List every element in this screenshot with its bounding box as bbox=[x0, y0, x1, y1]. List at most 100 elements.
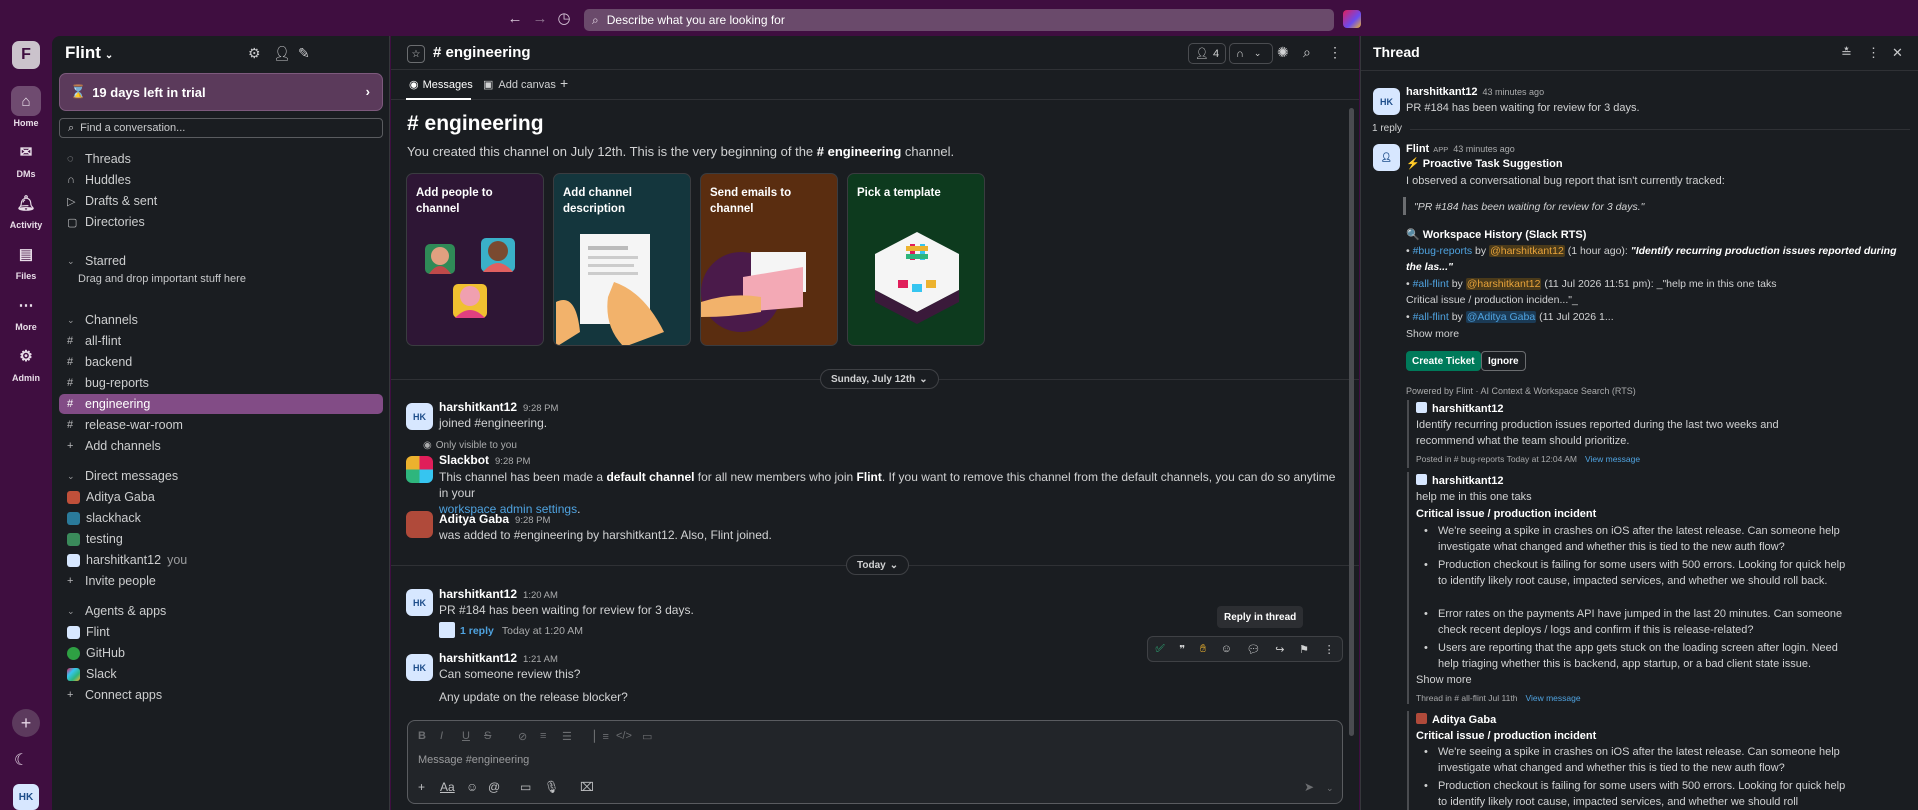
dm-harshitkant12[interactable]: harshitkant12 you bbox=[59, 550, 383, 570]
view-message-link[interactable]: View message bbox=[1585, 454, 1640, 464]
add-reaction-icon[interactable]: ☺ bbox=[1221, 643, 1232, 655]
channel-all-flint[interactable]: # all-flint bbox=[59, 331, 383, 351]
card-add-description[interactable]: Add channel description bbox=[553, 173, 691, 346]
rail-activity[interactable]: 🔔︎ Activity bbox=[0, 188, 52, 230]
compose-icon[interactable]: ✎ bbox=[298, 45, 310, 62]
quote-emoji-icon[interactable]: ❞ bbox=[1179, 643, 1185, 656]
app-slack[interactable]: Slack bbox=[59, 664, 383, 684]
avatar[interactable]: HK bbox=[406, 403, 433, 430]
nav-threads[interactable]: ◌ Threads bbox=[59, 149, 383, 169]
invite-people[interactable]: + Invite people bbox=[59, 571, 383, 591]
raised-hands-icon[interactable]: ✋︎ bbox=[1200, 643, 1206, 656]
microphone-icon[interactable]: 🎙︎ bbox=[544, 780, 559, 794]
section-channels[interactable]: ⌄ Channels bbox=[59, 310, 383, 330]
channel-bug-reports[interactable]: # bug-reports bbox=[59, 373, 383, 393]
filter-icon[interactable]: ≛ bbox=[1841, 45, 1852, 61]
tab-messages[interactable]: ◉ Messages bbox=[409, 78, 473, 92]
user-mention[interactable]: @harshitkant12 bbox=[1489, 245, 1565, 257]
history-icon[interactable]: ◷ bbox=[554, 8, 574, 28]
blockquote-icon[interactable]: ▏≡ bbox=[594, 730, 609, 743]
add-channels[interactable]: + Add channels bbox=[59, 436, 383, 456]
link-icon[interactable]: ⊘ bbox=[518, 730, 527, 743]
dm-aditya-gaba[interactable]: Aditya Gaba bbox=[59, 487, 383, 507]
date-pill[interactable]: Today ⌄ bbox=[846, 555, 910, 575]
channel-release-war-room[interactable]: # release-war-room bbox=[59, 415, 383, 435]
user-mention[interactable]: @harshitkant12 bbox=[1465, 278, 1542, 290]
members-button[interactable]: 👤︎ 4 bbox=[1188, 43, 1227, 64]
back-arrow-icon[interactable]: ← bbox=[505, 8, 525, 28]
italic-icon[interactable]: I bbox=[440, 730, 443, 742]
bookmark-icon[interactable]: ⚑ bbox=[1299, 643, 1309, 656]
share-icon[interactable]: ↪ bbox=[1275, 643, 1284, 656]
dm-testing[interactable]: testing bbox=[59, 529, 383, 549]
dm-slackhack[interactable]: slackhack bbox=[59, 508, 383, 528]
kebab-menu-icon[interactable]: ⋮ bbox=[1867, 45, 1880, 61]
date-pill[interactable]: Sunday, July 12th ⌄ bbox=[820, 369, 939, 389]
check-emoji-icon[interactable]: ✅︎ bbox=[1155, 643, 1164, 656]
text-format-icon[interactable]: Aa bbox=[440, 780, 455, 794]
ignore-button[interactable]: Ignore bbox=[1481, 351, 1526, 371]
message-author[interactable]: Slackbot 9:28 PM bbox=[439, 453, 530, 467]
section-starred[interactable]: ⌄ Starred bbox=[59, 251, 383, 271]
chevron-down-icon[interactable]: ⌄ bbox=[1326, 783, 1334, 794]
trial-banner[interactable]: ⌛ 19 days left in trial › bbox=[59, 73, 383, 111]
channel-backend[interactable]: # backend bbox=[59, 352, 383, 372]
bullet-list-icon[interactable]: ☰ bbox=[562, 730, 572, 743]
more-actions-icon[interactable]: ⋮ bbox=[1324, 643, 1335, 656]
slackbot-avatar[interactable] bbox=[406, 456, 433, 483]
message-composer[interactable]: B I U S ⊘ ≡ ☰ ▏≡ </> ▭ Message #engineer… bbox=[407, 720, 1343, 804]
channel-link[interactable]: #bug-reports bbox=[1413, 245, 1473, 257]
channel-engineering[interactable]: # engineering bbox=[59, 394, 383, 414]
close-icon[interactable]: ✕ bbox=[1892, 45, 1903, 61]
channel-link[interactable]: #all-flint bbox=[1413, 278, 1449, 290]
find-conversation-input[interactable]: ⌕ Find a conversation... bbox=[59, 118, 383, 138]
shortcuts-icon[interactable]: ⌧ bbox=[580, 780, 594, 794]
avatar[interactable]: HK bbox=[1373, 88, 1400, 115]
strikethrough-icon[interactable]: S bbox=[484, 730, 491, 742]
moon-icon[interactable]: ☾ bbox=[14, 750, 28, 770]
app-flint[interactable]: Flint bbox=[59, 622, 383, 642]
create-ticket-button[interactable]: Create Ticket bbox=[1406, 351, 1481, 371]
channel-title[interactable]: # engineering bbox=[433, 44, 531, 61]
bold-icon[interactable]: B bbox=[418, 730, 426, 742]
app-github[interactable]: GitHub bbox=[59, 643, 383, 663]
user-mention[interactable]: @Aditya Gaba bbox=[1465, 311, 1537, 323]
mention-icon[interactable]: @ bbox=[488, 780, 500, 794]
rail-admin[interactable]: ⚙ Admin bbox=[0, 341, 52, 383]
nav-huddles[interactable]: ∩ Huddles bbox=[59, 170, 383, 190]
message-author[interactable]: harshitkant12 1:21 AM bbox=[439, 651, 558, 665]
scrollbar[interactable] bbox=[1349, 108, 1354, 736]
ordered-list-icon[interactable]: ≡ bbox=[540, 730, 546, 742]
reply-thread-icon[interactable]: 💬︎ bbox=[1247, 643, 1261, 656]
avatar[interactable] bbox=[406, 511, 433, 538]
card-add-people[interactable]: Add people to channel bbox=[406, 173, 544, 346]
rail-files[interactable]: ▤ Files bbox=[0, 239, 52, 281]
add-user-icon[interactable]: 👤︎ bbox=[273, 45, 291, 62]
code-block-icon[interactable]: ▭ bbox=[642, 730, 652, 743]
avatar[interactable]: HK bbox=[406, 654, 433, 681]
code-icon[interactable]: </> bbox=[616, 730, 632, 742]
create-plus-icon[interactable]: + bbox=[12, 709, 40, 737]
workspace-name[interactable]: Flint ⌄ bbox=[65, 43, 113, 63]
rail-home[interactable]: ⌂ Home bbox=[0, 86, 52, 128]
card-send-emails[interactable]: Send emails to channel bbox=[700, 173, 838, 346]
tab-add-canvas[interactable]: ▣ Add canvas bbox=[483, 78, 556, 92]
nav-directories[interactable]: ▢ Directories bbox=[59, 212, 383, 232]
channel-link[interactable]: #all-flint bbox=[1413, 311, 1449, 323]
card-pick-template[interactable]: Pick a template bbox=[847, 173, 985, 346]
kebab-menu-icon[interactable]: ⋮ bbox=[1328, 44, 1342, 61]
rail-dms[interactable]: ✉ DMs bbox=[0, 137, 52, 179]
user-avatar[interactable]: HK bbox=[13, 784, 39, 810]
show-more-link[interactable]: Show more bbox=[1406, 326, 1459, 342]
add-tab-plus-icon[interactable]: + bbox=[560, 75, 568, 91]
section-apps[interactable]: ⌄ Agents & apps bbox=[59, 601, 383, 621]
huddle-button[interactable]: ∩ ⌄ bbox=[1229, 43, 1273, 64]
message-author[interactable]: harshitkant12 1:20 AM bbox=[439, 587, 558, 601]
video-icon[interactable]: ▭ bbox=[520, 780, 531, 794]
composer-placeholder[interactable]: Message #engineering bbox=[418, 754, 529, 766]
ai-assistant-icon[interactable] bbox=[1343, 10, 1361, 28]
search-icon[interactable]: ⌕ bbox=[1303, 44, 1311, 61]
forward-arrow-icon[interactable]: → bbox=[530, 8, 550, 28]
flint-bot-avatar[interactable]: 👤︎ bbox=[1373, 144, 1400, 171]
attach-plus-icon[interactable]: + bbox=[418, 780, 425, 794]
